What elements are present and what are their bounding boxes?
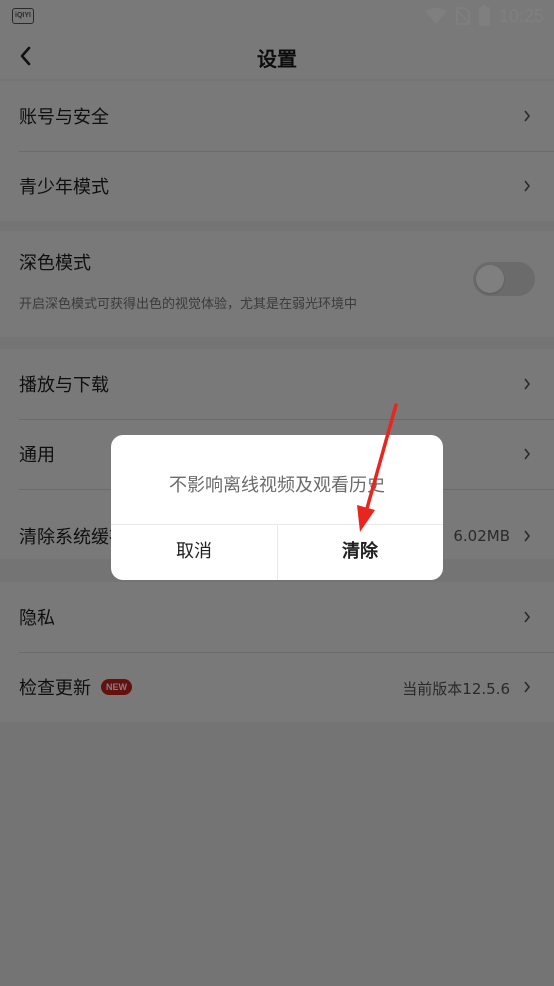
clear-cache-dialog: 不影响离线视频及观看历史 取消 清除	[111, 435, 443, 580]
dialog-message: 不影响离线视频及观看历史	[169, 475, 385, 496]
cancel-button[interactable]: 取消	[111, 524, 277, 580]
clear-button[interactable]: 清除	[277, 524, 443, 580]
